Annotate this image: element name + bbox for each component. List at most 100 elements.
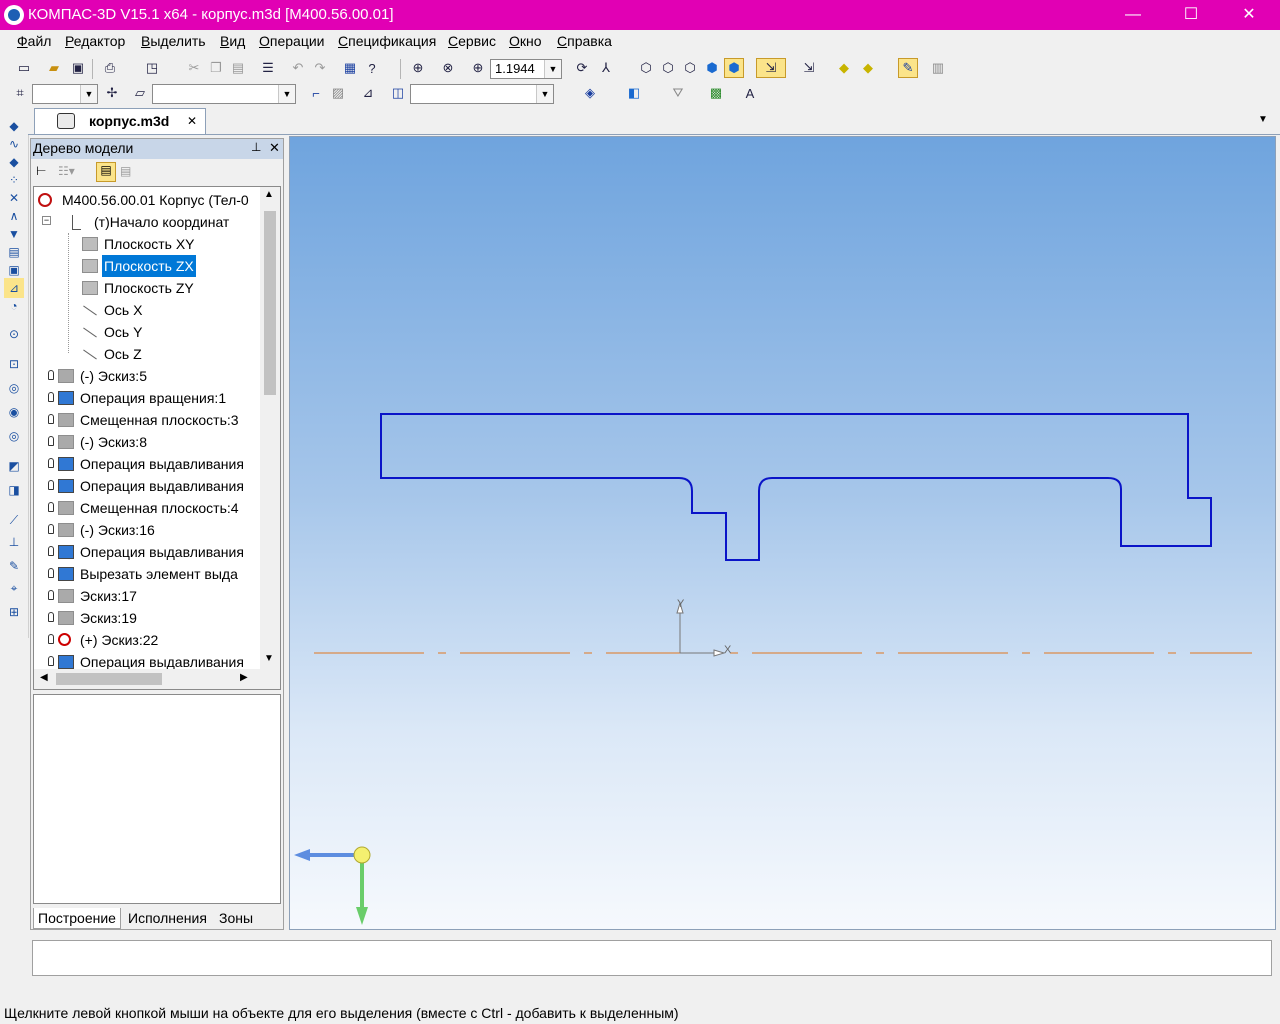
weld-icon[interactable]: ◎ [4,426,24,446]
edit-icon[interactable]: ∧ [4,206,24,226]
scrollbar-thumb[interactable] [264,211,276,395]
tab-executions[interactable]: Исполнения [124,908,211,928]
part-icon[interactable]: ◆ [834,58,854,78]
tab-construction[interactable]: Построение [33,908,121,929]
render-icon[interactable]: ◉ [4,402,24,422]
orientation-icon[interactable]: ⅄ [596,58,616,78]
model-viewport[interactable]: Y X [289,136,1276,930]
zoom-window-icon[interactable]: ⊕ [408,58,428,78]
halftone-icon[interactable]: ⬢ [702,58,722,78]
zoom-in-icon[interactable]: ⊕ [468,58,488,78]
scroll-down-icon[interactable]: ▼ [264,653,274,664]
chevron-down-icon[interactable]: ▼ [80,85,97,103]
component-combo[interactable]: ▼ [410,84,554,104]
wireframe-icon[interactable]: ⬡ [636,58,656,78]
close-panel-icon[interactable]: ✕ [269,140,280,156]
tree-mode-icon[interactable]: ☷▾ [58,164,88,180]
tree-vertical-scrollbar[interactable]: ▲ ▼ [260,187,280,669]
sketch-plane-icon[interactable]: ⊿ [358,83,378,103]
symbol-tool-icon[interactable]: ⌖ [4,578,24,598]
menu-select[interactable]: Выделить [141,33,206,49]
pin-icon[interactable]: ⊥ [251,140,261,154]
save-icon[interactable]: ▣ [68,58,88,78]
menu-edit[interactable]: Редактор [65,33,125,49]
sketch-mode-icon[interactable]: ✎ [898,58,918,78]
chevron-down-icon[interactable]: ▼ [536,85,553,103]
copy-icon[interactable]: ❐ [206,58,226,78]
halftone-edges-icon[interactable]: ⬢ [724,58,744,78]
library-icon[interactable]: ⊙ [4,324,24,344]
scroll-left-icon[interactable]: ◀ [40,672,48,683]
show-history-icon[interactable]: ▤ [120,164,140,180]
color-icon[interactable]: ◈ [580,83,600,103]
context-help-icon[interactable]: ? [362,58,382,78]
frame-icon[interactable]: ⊡ [4,354,24,374]
zoom-scale-combo[interactable]: 1.1944 ▼ [490,59,562,79]
document-tab[interactable]: корпус.m3d ✕ [34,108,206,134]
properties-icon[interactable]: ☰ [258,58,278,78]
print-icon[interactable]: ⎙ [100,58,120,78]
dim-tool-icon[interactable]: ⊥ [4,532,24,552]
table-tool-icon[interactable]: ⊞ [4,602,24,622]
material-icon[interactable]: ◧ [624,83,644,103]
show-structure-icon[interactable]: ▤ [96,162,116,182]
chevron-down-icon[interactable]: ▼ [278,85,295,103]
minimize-button[interactable]: — [1104,0,1162,30]
rotate-icon[interactable]: ⟳ [572,58,592,78]
menu-specification[interactable]: Спецификация [338,33,436,49]
tab-list-chevron-icon[interactable]: ▼ [1258,114,1268,125]
tree-horizontal-scrollbar[interactable]: ◀ ▶ [34,669,280,689]
plane-combo[interactable]: ▼ [152,84,296,104]
close-tab-icon[interactable]: ✕ [187,114,197,128]
menu-file[interactable]: Файл [17,33,51,49]
edit-part-icon[interactable]: ◆ [4,116,24,136]
menu-help[interactable]: Справка [557,33,612,49]
zoom-all-icon[interactable]: ⊗ [438,58,458,78]
sketch-contour[interactable] [380,413,1212,561]
hscrollbar-thumb[interactable] [56,673,162,685]
auxiliary-icon[interactable]: ✕ [4,188,24,208]
scroll-right-icon[interactable]: ▶ [240,672,248,683]
local-cs-icon[interactable]: ⌐ [306,83,326,103]
open-folder-icon[interactable]: ▰ [44,58,64,78]
filter-icon[interactable]: ▼ [4,224,24,244]
tab-zones[interactable]: Зоны [215,908,257,928]
paste-icon[interactable]: ▤ [228,58,248,78]
collapse-icon[interactable]: − [42,216,51,225]
close-button[interactable]: ✕ [1220,0,1278,30]
coordinate-icon[interactable]: ✢ [102,83,122,103]
table-icon[interactable]: ▥ [928,58,948,78]
selection-filter-icon[interactable]: ⇲ [756,58,786,78]
preview-icon[interactable]: ◳ [142,58,162,78]
assembly-icon[interactable]: ◆ [858,58,878,78]
spline-icon[interactable]: ∿ [4,134,24,154]
maximize-button[interactable]: ☐ [1162,0,1220,30]
redo-icon[interactable]: ↷ [310,58,330,78]
menu-window[interactable]: Окно [509,33,542,49]
menu-service[interactable]: Сервис [448,33,496,49]
measure-tool-icon[interactable]: ⊿ [4,278,24,298]
hidden-lines-icon[interactable]: ⬡ [658,58,678,78]
mcc-icon[interactable]: ▩ [706,83,726,103]
plane-select-icon[interactable]: ▱ [130,83,150,103]
revolve-tool-icon[interactable]: ◔ [4,296,24,316]
manager-icon[interactable]: ▦ [340,58,360,78]
chevron-down-icon[interactable]: ▼ [544,60,561,78]
line-tool-icon[interactable]: ⟋ [4,510,24,530]
snap-icon[interactable]: ⌗ [10,83,30,103]
zoom-tool-icon[interactable]: ◨ [4,480,24,500]
array-icon[interactable]: ⁘ [4,170,24,190]
surface-icon[interactable]: ◆ [4,152,24,172]
measure-icon[interactable]: ⛛ [668,83,688,103]
scroll-up-icon[interactable]: ▲ [264,189,274,200]
command-bar[interactable] [32,940,1272,976]
sheet-icon[interactable]: ▤ [4,242,24,262]
tree-view-icon[interactable]: ⊢ [36,164,56,180]
spec-icon[interactable]: ▣ [4,260,24,280]
cube-tool-icon[interactable]: ◩ [4,456,24,476]
pencil-tool-icon[interactable]: ✎ [4,556,24,576]
layer-combo[interactable]: ▼ [32,84,98,104]
trim-icon[interactable]: ⇲ [794,58,824,78]
cut-icon[interactable]: ✂ [184,58,204,78]
menu-operations[interactable]: Операции [259,33,325,49]
